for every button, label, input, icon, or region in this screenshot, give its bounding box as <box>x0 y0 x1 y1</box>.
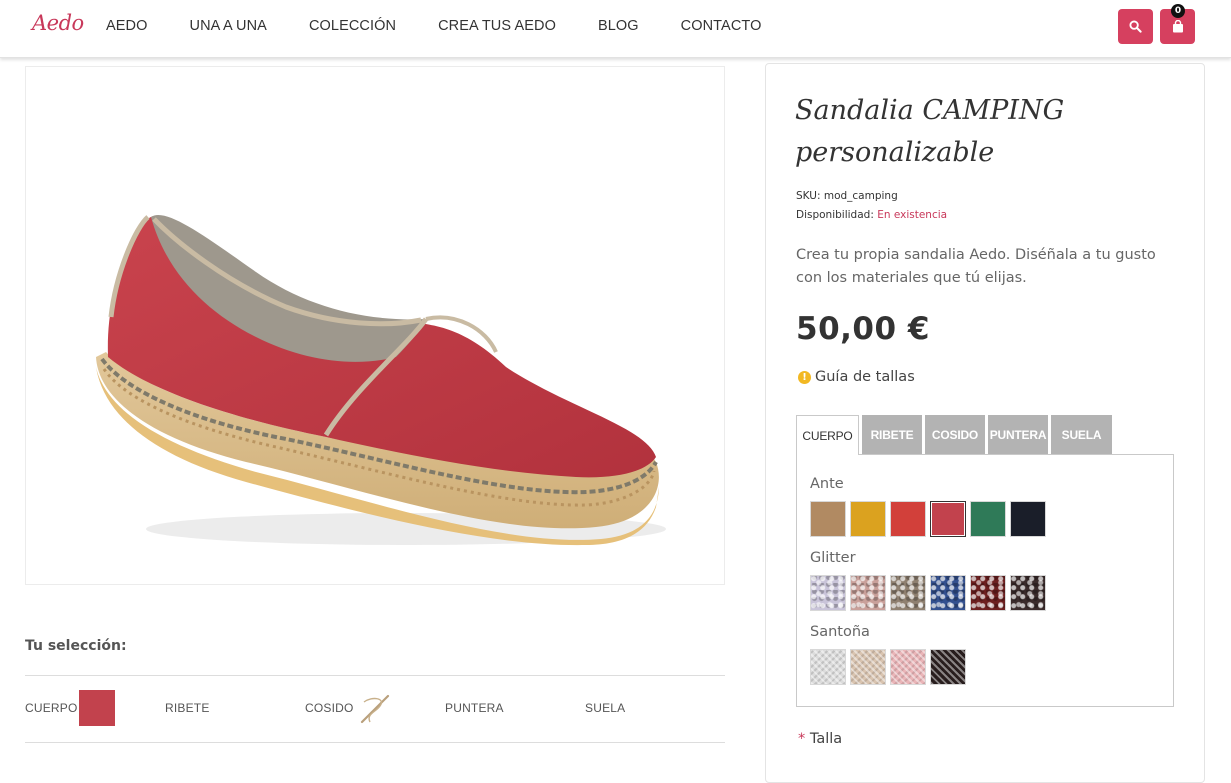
site-header: Aedo AEDO UNA A UNA COLECCIÓN CREA TUS A… <box>0 0 1231 58</box>
site-logo[interactable]: Aedo <box>32 11 84 35</box>
material-group-santona: Santoña <box>810 624 870 640</box>
swatch-glitter-5[interactable] <box>970 575 1006 611</box>
sku-label: SKU: <box>796 190 821 202</box>
product-title-line2: personalizable <box>795 137 995 168</box>
selection-divider-bottom <box>25 742 725 743</box>
swatch-santoa-4[interactable] <box>930 649 966 685</box>
selection-puntera-label: PUNTERA <box>445 701 504 715</box>
selection-suela-label: SUELA <box>585 701 626 715</box>
availability-value: En existencia <box>877 209 948 221</box>
main-nav: AEDO UNA A UNA COLECCIÓN CREA TUS AEDO B… <box>106 18 803 34</box>
info-icon: ! <box>798 370 811 384</box>
selection-cuerpo-label: CUERPO <box>25 701 78 715</box>
nav-contacto[interactable]: CONTACTO <box>681 18 762 34</box>
size-guide-label: Guía de tallas <box>815 369 915 385</box>
espadrille-image <box>96 215 666 546</box>
swatch-santoa-1[interactable] <box>810 649 846 685</box>
nav-una-a-una[interactable]: UNA A UNA <box>190 18 267 34</box>
size-label-text: Talla <box>809 731 843 747</box>
tab-puntera[interactable]: PUNTERA <box>988 415 1048 454</box>
tab-ribete[interactable]: RIBETE <box>862 415 922 454</box>
selection-cosido-label: COSIDO <box>305 701 354 715</box>
product-title: Sandalia CAMPING personalizable <box>795 90 1175 174</box>
customizer-tabs: CUERPO RIBETE COSIDO PUNTERA SUELA <box>796 415 1115 455</box>
swatch-santoa-3[interactable] <box>890 649 926 685</box>
selection-ribete-label: RIBETE <box>165 701 210 715</box>
swatch-ante-6[interactable] <box>1010 501 1046 537</box>
swatch-glitter-1[interactable] <box>810 575 846 611</box>
swatch-ante-5[interactable] <box>970 501 1006 537</box>
material-group-glitter: Glitter <box>810 550 856 566</box>
tab-cuerpo[interactable]: CUERPO <box>796 415 859 455</box>
cart-count-badge: 0 <box>1171 4 1185 18</box>
product-image-panel <box>25 66 725 585</box>
material-group-ante: Ante <box>810 476 844 492</box>
swatch-glitter-4[interactable] <box>930 575 966 611</box>
selection-cuerpo-swatch[interactable] <box>79 690 115 726</box>
swatch-ante-4[interactable] <box>930 501 966 537</box>
needle-thread-icon <box>360 694 390 724</box>
nav-crea-tus-aedo[interactable]: CREA TUS AEDO <box>438 18 556 34</box>
product-description: Crea tu propia sandalia Aedo. Diséñala a… <box>796 247 1156 286</box>
size-label: * Talla <box>798 731 842 747</box>
shopping-bag-icon <box>1172 20 1183 33</box>
swatch-glitter-2[interactable] <box>850 575 886 611</box>
swatch-ante-2[interactable] <box>850 501 886 537</box>
tab-cosido[interactable]: COSIDO <box>925 415 985 454</box>
nav-coleccion[interactable]: COLECCIÓN <box>309 18 396 34</box>
tab-suela[interactable]: SUELA <box>1051 415 1112 454</box>
swatch-ante-1[interactable] <box>810 501 846 537</box>
swatch-santoa-2[interactable] <box>850 649 886 685</box>
product-title-line1: Sandalia CAMPING <box>795 95 1065 126</box>
selection-divider-top <box>25 675 725 676</box>
product-availability: Disponibilidad: En existencia <box>796 209 947 221</box>
search-button[interactable] <box>1118 9 1153 44</box>
required-mark: * <box>798 731 806 747</box>
swatch-ante-3[interactable] <box>890 501 926 537</box>
swatch-glitter-3[interactable] <box>890 575 926 611</box>
product-price: 50,00 € <box>796 311 930 347</box>
swatch-glitter-6[interactable] <box>1010 575 1046 611</box>
nav-blog[interactable]: BLOG <box>598 18 639 34</box>
search-icon <box>1129 20 1142 33</box>
nav-aedo[interactable]: AEDO <box>106 18 148 34</box>
availability-label: Disponibilidad: <box>796 209 874 221</box>
size-guide-link[interactable]: ! Guía de tallas <box>798 369 915 385</box>
product-sku: SKU: mod_camping <box>796 190 898 202</box>
sku-value: mod_camping <box>823 190 898 202</box>
selection-title: Tu selección: <box>25 638 127 654</box>
